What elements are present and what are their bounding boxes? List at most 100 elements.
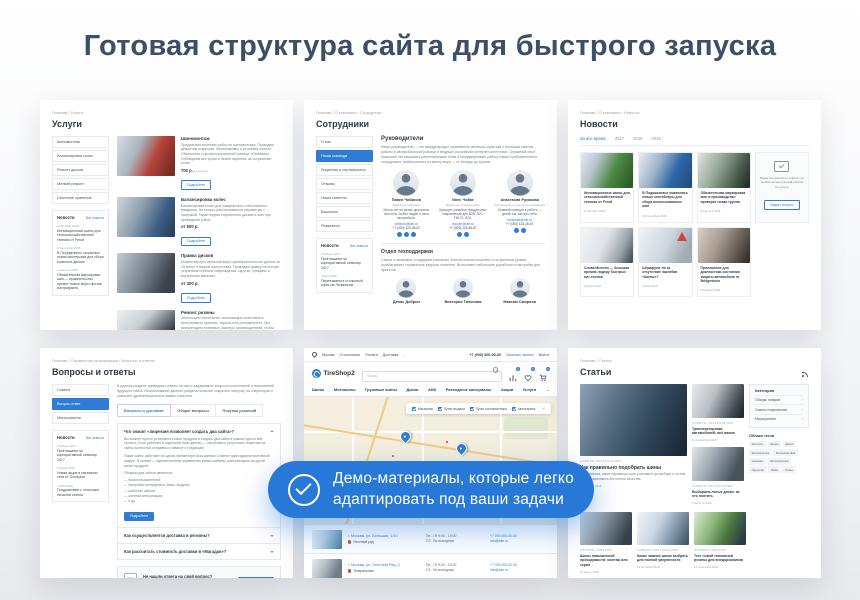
tag[interactable]: Автотест xyxy=(749,441,766,448)
news-link[interactable]: Приглашаем на корпоративный семинар 2017 xyxy=(57,449,104,463)
news-link[interactable]: Обязательная маркировка шин — правительс… xyxy=(57,273,104,291)
topbar-link-payment[interactable]: Оплата xyxy=(365,353,378,357)
article-category[interactable]: Советы покупателям xyxy=(692,421,744,425)
news-widget-item[interactable]: 4 Мая 2016 Переезжаем в столичный офис н… xyxy=(321,274,368,288)
rss-icon[interactable] xyxy=(802,370,809,377)
nav-moto-tires[interactable]: Мотошины xyxy=(334,387,356,392)
sidebar-item-team-active[interactable]: Наша команда xyxy=(316,150,373,162)
sidebar-item-events[interactable]: Мероприятия xyxy=(52,412,109,424)
news-title[interactable]: В Подмосковье появились новые контейнеры… xyxy=(642,191,688,209)
news-card[interactable]: Приложение для диагностики состояния защ… xyxy=(697,227,751,298)
store-address-link[interactable]: г. Москва, ул. Большая, 1/10 xyxy=(348,534,420,538)
tab-purchase-questions[interactable]: Покупка решений xyxy=(215,404,263,417)
tag[interactable]: Гарантия xyxy=(749,466,767,473)
sidebar-item-licenses[interactable]: Лицензии и сертификаты xyxy=(316,164,373,176)
tag[interactable]: Сезон xyxy=(782,466,795,473)
compare-icon[interactable]: 0 xyxy=(509,369,517,377)
sidebar-item-about[interactable]: О нас xyxy=(316,136,373,148)
map-pin[interactable] xyxy=(454,441,470,457)
news-link[interactable]: Переезжаем в столичный офис на Ленинском xyxy=(321,279,368,288)
news-title[interactable]: Снова Michelin — большая премия лидеру б… xyxy=(584,266,630,279)
accordion-question[interactable]: Что значит «лицензия позволяет создать д… xyxy=(124,429,274,434)
news-widget-item[interactable]: 1 Августа 2018 Обязательная маркировка ш… xyxy=(57,268,104,291)
topbar-link-about[interactable]: О компании xyxy=(340,353,360,357)
article-category[interactable]: Советы покупателям xyxy=(692,484,744,488)
tag[interactable]: Шины xyxy=(768,441,781,448)
article-title[interactable]: Транспортировка автомобилей: всё важно xyxy=(692,427,744,436)
accordion-item-closed[interactable]: Как рассчитать стоимость доставки в «Маг… xyxy=(118,543,280,559)
article-title[interactable]: Какие зимние шины выбрать для полной уве… xyxy=(637,554,689,563)
featured-article[interactable]: Советы покупателям Как правильно подобра… xyxy=(580,384,687,505)
news-link[interactable]: Новая акция в магазинах сети от Goodyear xyxy=(57,471,104,480)
article-card[interactable]: Советы покупателям Какие зимние шины выб… xyxy=(637,512,689,574)
details-button[interactable]: Подробнее xyxy=(181,180,211,190)
topbar-link-more[interactable]: ... xyxy=(403,353,406,357)
news-widget-item[interactable]: 7 Мая 2015 Поздравляем с отличным начало… xyxy=(57,484,104,498)
callback-link[interactable]: Заказать звонок xyxy=(506,353,534,357)
nav-services[interactable]: Услуги xyxy=(523,387,536,392)
nav-truck-tires[interactable]: Грузовые шины xyxy=(365,387,397,392)
accordion-item-closed[interactable]: Как осуществляется доставка в регионы? xyxy=(118,527,280,543)
search-icon[interactable] xyxy=(493,367,498,372)
tag[interactable]: Новинки xyxy=(749,458,766,465)
news-card[interactable]: Снова Michelin — большая премия лидеру б… xyxy=(580,227,634,298)
article-category[interactable]: Советы покупателям xyxy=(580,459,687,463)
topbar-link-delivery[interactable]: Доставка xyxy=(383,353,399,357)
service-title[interactable]: Балансировка колес xyxy=(181,197,281,202)
tab-2015[interactable]: 2015 xyxy=(651,136,660,141)
nav-batteries[interactable]: АКБ xyxy=(428,387,436,392)
instagram-icon[interactable] xyxy=(411,232,416,237)
cart-icon[interactable]: 0 xyxy=(539,369,547,377)
news-widget-item[interactable]: 2 Октября 2018 Инновационные шины для се… xyxy=(57,224,104,242)
details-button[interactable]: Подробнее xyxy=(181,237,211,247)
news-card[interactable]: Штрафуют ли за отсутствие наклейки «Шипы… xyxy=(638,227,692,298)
store-email-link[interactable]: info@site.ru xyxy=(490,539,517,544)
category-link[interactable]: Обзоры товаров› xyxy=(755,395,803,404)
article-title[interactable]: Как правильно подобрать шины xyxy=(580,465,687,471)
all-news-link[interactable]: Все новости xyxy=(350,244,368,248)
employee-phone[interactable]: +7 (000) 123-45-67 xyxy=(438,226,489,230)
nav-consumables[interactable]: Расходные материалы xyxy=(446,387,492,392)
ask-question-button[interactable]: Задать вопрос xyxy=(238,577,274,578)
sidebar-item-tips[interactable]: Советы xyxy=(52,384,109,396)
article-title[interactable]: Выбираем литые диски: за что платить xyxy=(692,490,744,499)
breadcrumb[interactable]: Главная / Справочная информация / Вопрос… xyxy=(52,358,281,363)
city-selector[interactable]: Москва xyxy=(322,353,335,357)
sidebar-item-melkiy-remont[interactable]: Мелкий ремонт xyxy=(52,178,109,190)
nav-tires[interactable]: Шины xyxy=(312,387,324,392)
details-button[interactable]: Подробнее xyxy=(124,512,154,520)
news-link[interactable]: В Переделкино открылась новая мастерская… xyxy=(57,251,104,265)
news-widget-item[interactable]: 22 Июня 2017 Приглашаем на корпоративный… xyxy=(57,444,104,462)
article-card[interactable]: Советы покупателям Выбираем литые диски:… xyxy=(692,447,744,505)
shop-phone[interactable]: +7 (000) 000-00-00 xyxy=(469,353,501,357)
news-link[interactable]: Инновационные шины для сельскохозяйствен… xyxy=(57,229,104,243)
all-news-link[interactable]: Все новости xyxy=(86,436,104,440)
employee-phone[interactable]: +7 (000) 123-45-67 xyxy=(381,226,432,230)
breadcrumb[interactable]: Главная / О компании / Сотрудники xyxy=(316,110,545,115)
all-news-link[interactable]: Все новости xyxy=(86,216,104,220)
question-text[interactable]: Что значит «лицензия позволяет создать д… xyxy=(124,429,234,434)
article-title[interactable]: Тест новой топливной резины для внедорож… xyxy=(694,554,746,563)
filter-stores[interactable]: Магазины xyxy=(412,407,433,411)
question-text[interactable]: Как осуществляется доставка в регионы? xyxy=(124,533,210,538)
news-card[interactable]: Инновационные шины для сельскохозяйствен… xyxy=(580,152,634,223)
tab-general-questions[interactable]: Общие вопросы xyxy=(170,404,216,417)
news-title[interactable]: Обязательная маркировка шин в производст… xyxy=(701,191,747,204)
sidebar-item-vacancies[interactable]: Вакансии xyxy=(316,206,373,218)
breadcrumb[interactable]: Главная / Услуги xyxy=(52,110,281,115)
service-title[interactable]: Ремонт резины xyxy=(181,310,281,315)
news-widget-item[interactable]: 6 Сентября 2018 В Переделкино открылась … xyxy=(57,246,104,264)
news-title[interactable]: Приложение для диагностики состояния защ… xyxy=(701,266,747,284)
tag[interactable]: Эксплуатация xyxy=(767,458,791,465)
employee-phone[interactable]: +7 (000) 123-45-67 xyxy=(494,222,545,226)
article-card[interactable]: Обзоры товаров Шины повышенной проходимо… xyxy=(580,512,632,574)
twitter-icon[interactable] xyxy=(521,228,526,233)
news-link[interactable]: Поздравляем с отличным началом сезона xyxy=(57,488,104,497)
filter-auto-service[interactable]: Автосервис xyxy=(512,407,536,411)
tag[interactable]: Диски xyxy=(783,441,796,448)
article-card[interactable]: Советы покупателям Транспортировка автом… xyxy=(692,384,744,442)
facebook-icon[interactable] xyxy=(514,228,519,233)
article-category[interactable]: Обзоры товаров xyxy=(580,548,632,552)
sidebar-item-clients[interactable]: Наши клиенты xyxy=(316,192,373,204)
nav-wheels[interactable]: Диски xyxy=(406,387,418,392)
